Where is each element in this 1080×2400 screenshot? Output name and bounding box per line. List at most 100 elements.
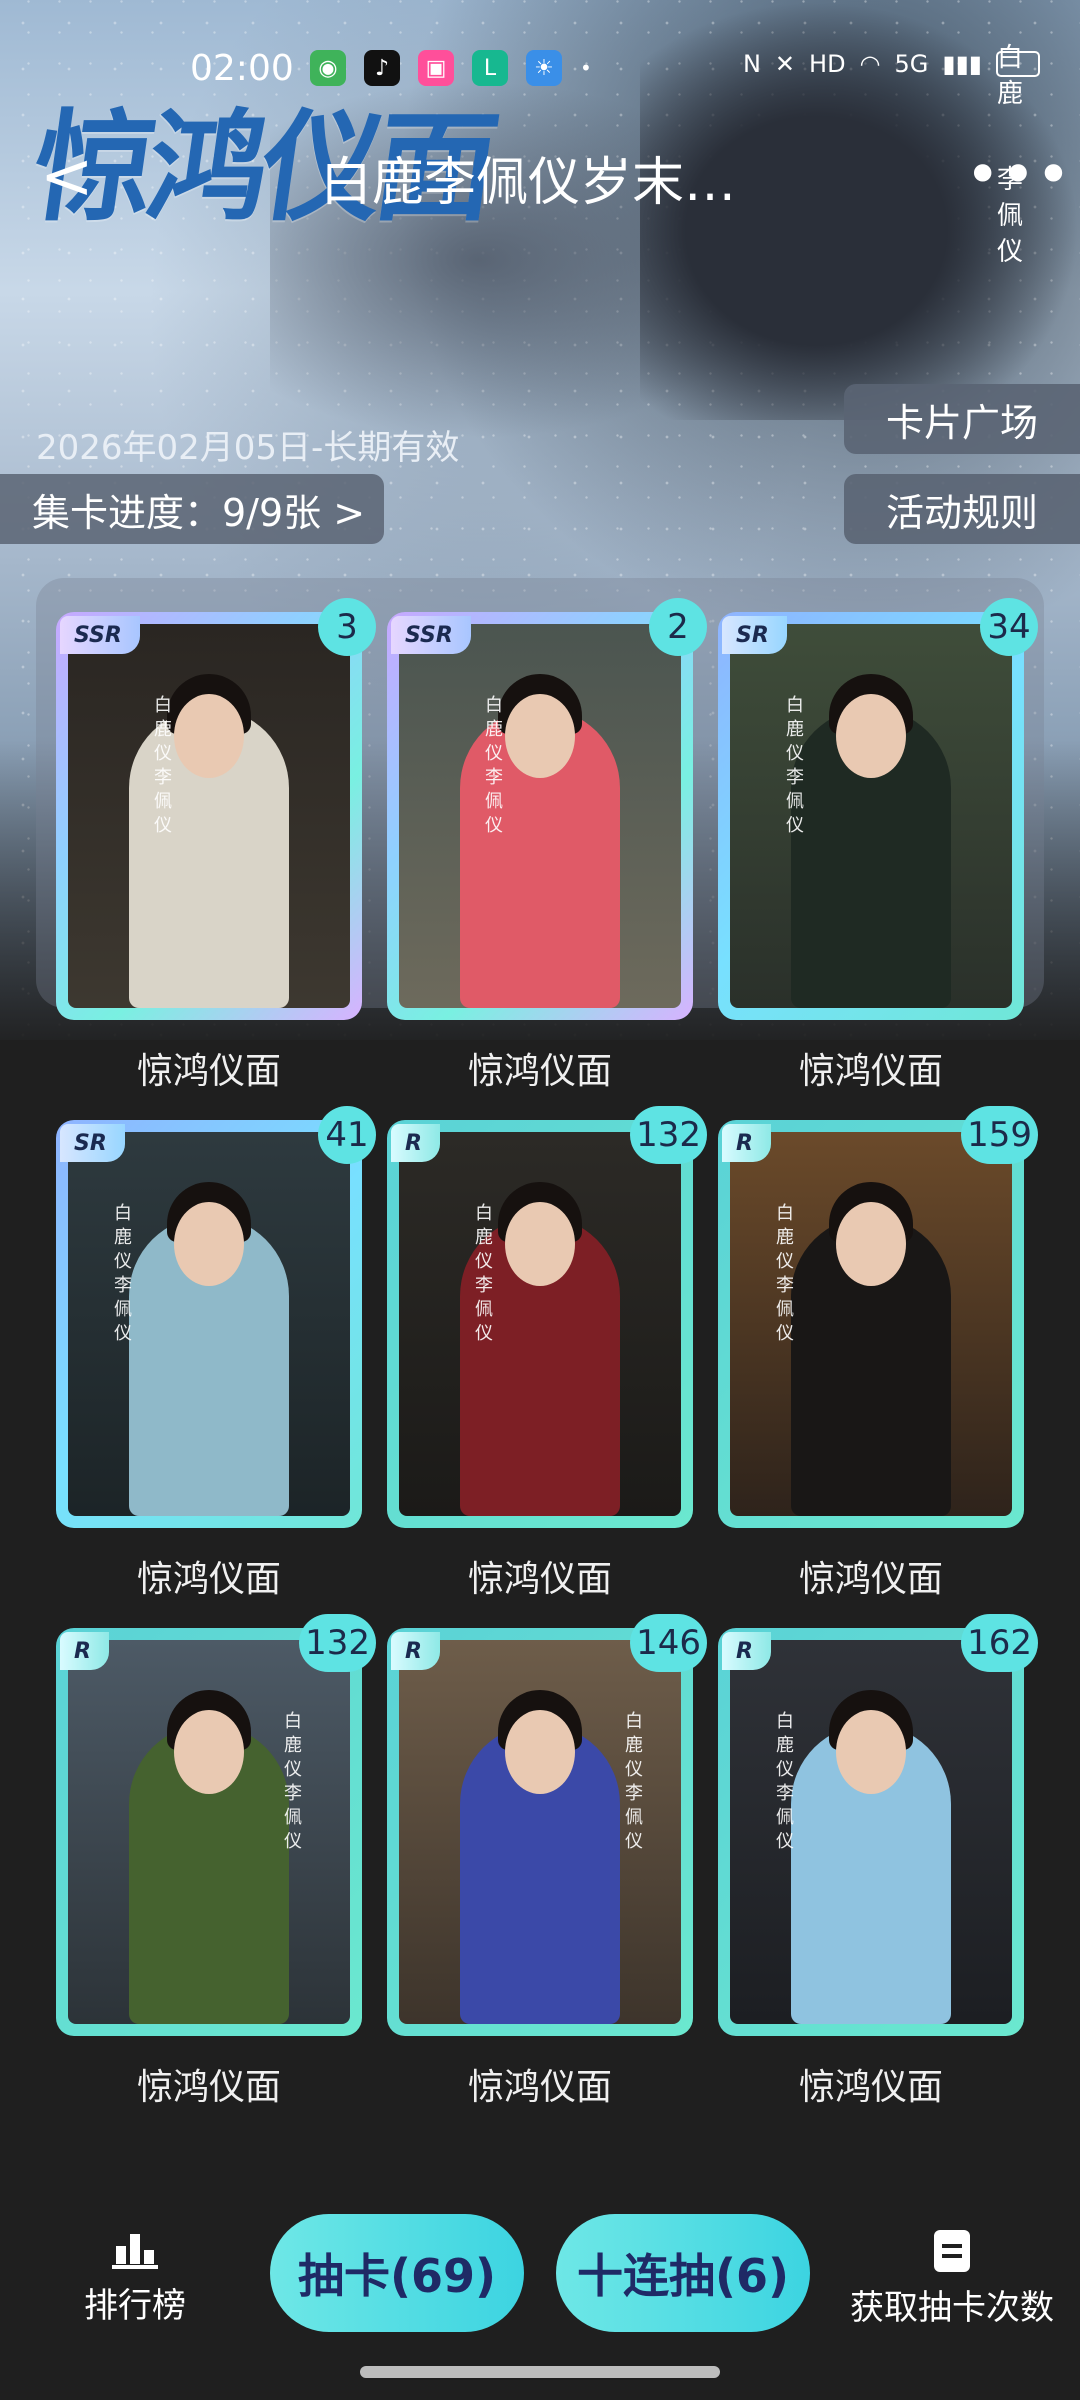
- rarity-badge: SSR: [391, 616, 471, 654]
- signal-icon: ▮▮▮: [942, 50, 982, 78]
- rarity-badge: R: [60, 1632, 109, 1670]
- rarity-badge: SSR: [60, 616, 140, 654]
- draw-card-button[interactable]: 抽卡(69): [270, 2214, 524, 2332]
- card-5[interactable]: 白鹿 仪 李佩仪 R 132: [387, 1106, 707, 1528]
- nfc-icon: N: [742, 50, 761, 78]
- rarity-badge: R: [391, 1632, 440, 1670]
- card-name: 惊鸿仪面: [467, 2067, 612, 2108]
- rarity-badge: R: [722, 1124, 771, 1162]
- card-name: 惊鸿仪面: [798, 1559, 943, 1600]
- card-1[interactable]: 白鹿 仪 李佩仪 SSR 3: [56, 598, 376, 1020]
- side-name-char: 李: [996, 165, 1023, 195]
- tiktok-icon: ♪: [364, 50, 400, 86]
- card-head: [836, 1202, 906, 1286]
- card-photo: 白鹿 仪 李佩仪: [399, 1640, 681, 2024]
- card-count-badge: 159: [961, 1106, 1038, 1164]
- card-signature: 白鹿 仪 李佩仪: [776, 1203, 794, 1344]
- rarity-badge: SR: [722, 616, 787, 654]
- side-names: 白 鹿 李 佩 仪: [995, 40, 1025, 270]
- card-photo: 白鹿 仪 李佩仪: [68, 1640, 350, 2024]
- network-label: 5G: [894, 50, 929, 78]
- card-2[interactable]: 白鹿 仪 李佩仪 SSR 2: [387, 598, 707, 1020]
- card-photo: 白鹿 仪 李佩仪: [730, 1640, 1012, 2024]
- card-head: [836, 1710, 906, 1794]
- rarity-badge: R: [722, 1632, 771, 1670]
- wifi-icon: ◠: [859, 50, 881, 78]
- leaderboard-button[interactable]: 排行榜: [60, 2230, 210, 2327]
- mute-icon: ✕: [774, 50, 796, 78]
- card-8[interactable]: 白鹿 仪 李佩仪 R 146: [387, 1614, 707, 2036]
- card-signature: 白鹿 仪 李佩仪: [485, 695, 503, 836]
- card-name: 惊鸿仪面: [467, 1559, 612, 1600]
- card-name: 惊鸿仪面: [467, 1051, 612, 1092]
- card-photo: 白鹿 仪 李佩仪: [68, 624, 350, 1008]
- card-photo: 白鹿 仪 李佩仪: [730, 1132, 1012, 1516]
- rarity-badge: R: [391, 1124, 440, 1162]
- bilibili-icon: ▣: [418, 50, 454, 86]
- get-draws-button[interactable]: 获取抽卡次数: [842, 2230, 1062, 2329]
- document-icon: [934, 2230, 970, 2272]
- card-photo: 白鹿 仪 李佩仪: [399, 624, 681, 1008]
- card-signature: 白鹿 仪 李佩仪: [776, 1711, 794, 1852]
- side-name-spacer: [995, 112, 1025, 162]
- card-signature: 白鹿 仪 李佩仪: [475, 1203, 493, 1344]
- card-head: [836, 694, 906, 778]
- collection-progress-button[interactable]: 集卡进度：9/9张 >: [0, 474, 384, 544]
- card-head: [174, 1710, 244, 1794]
- activity-rules-button[interactable]: 活动规则: [844, 474, 1080, 544]
- card-collection-page: 惊鸿仪面 02:00 ◉ ♪ ▣ L ☀ • N ✕ HD ◠ 5G ▮▮▮ <…: [0, 0, 1080, 2400]
- card-count-badge: 162: [961, 1614, 1038, 1672]
- side-name-char: 白: [996, 43, 1023, 73]
- notification-icons: ◉ ♪ ▣ L ☀ •: [310, 50, 592, 86]
- wechat-icon: ◉: [310, 50, 346, 86]
- card-head: [174, 1202, 244, 1286]
- card-9[interactable]: 白鹿 仪 李佩仪 R 162: [718, 1614, 1038, 2036]
- card-head: [505, 1202, 575, 1286]
- card-head: [505, 694, 575, 778]
- card-head: [505, 1710, 575, 1794]
- card-photo: 白鹿 仪 李佩仪: [730, 624, 1012, 1008]
- card-signature: 白鹿 仪 李佩仪: [625, 1711, 643, 1852]
- page-title: 白鹿李佩仪岁末典...: [320, 153, 780, 213]
- leaderboard-icon: [112, 2234, 158, 2269]
- side-name-char: 鹿: [996, 79, 1023, 109]
- card-name: 惊鸿仪面: [136, 1051, 281, 1092]
- card-count-badge: 132: [299, 1614, 376, 1672]
- card-count-badge: 146: [630, 1614, 707, 1672]
- card-signature: 白鹿 仪 李佩仪: [154, 695, 172, 836]
- side-name-char: 仪: [996, 237, 1023, 267]
- weather-icon: ☀: [526, 50, 562, 86]
- card-name: 惊鸿仪面: [798, 1051, 943, 1092]
- dot-icon: •: [580, 56, 592, 80]
- card-photo: 白鹿 仪 李佩仪: [68, 1132, 350, 1516]
- card-count-badge: 132: [630, 1106, 707, 1164]
- card-count-badge: 2: [649, 598, 707, 656]
- card-count-badge: 3: [318, 598, 376, 656]
- hd-icon: HD: [809, 50, 846, 78]
- ten-draw-button[interactable]: 十连抽(6): [556, 2214, 810, 2332]
- bottom-action-bar: 排行榜 抽卡(69) 十连抽(6) 获取抽卡次数: [0, 2190, 1080, 2350]
- card-3[interactable]: 白鹿 仪 李佩仪 SR 34: [718, 598, 1038, 1020]
- validity-text: 2026年02月05日-长期有效: [36, 428, 460, 468]
- status-time: 02:00: [190, 48, 294, 89]
- card-4[interactable]: 白鹿 仪 李佩仪 SR 41: [56, 1106, 376, 1528]
- card-head: [174, 694, 244, 778]
- card-name: 惊鸿仪面: [798, 2067, 943, 2108]
- rarity-badge: SR: [60, 1124, 125, 1162]
- leaderboard-label: 排行榜: [84, 2286, 186, 2326]
- back-button[interactable]: <: [40, 140, 94, 214]
- card-name: 惊鸿仪面: [136, 1559, 281, 1600]
- card-name: 惊鸿仪面: [136, 2067, 281, 2108]
- card-square-button[interactable]: 卡片广场: [844, 384, 1080, 454]
- card-7[interactable]: 白鹿 仪 李佩仪 R 132: [56, 1614, 376, 2036]
- card-signature: 白鹿 仪 李佩仪: [786, 695, 804, 836]
- card-photo: 白鹿 仪 李佩仪: [399, 1132, 681, 1516]
- get-draws-label: 获取抽卡次数: [850, 2288, 1054, 2328]
- card-6[interactable]: 白鹿 仪 李佩仪 R 159: [718, 1106, 1038, 1528]
- status-bar: 02:00 ◉ ♪ ▣ L ☀ • N ✕ HD ◠ 5G ▮▮▮: [0, 38, 1080, 98]
- home-indicator[interactable]: [360, 2366, 720, 2378]
- card-count-badge: 41: [318, 1106, 376, 1164]
- line-icon: L: [472, 50, 508, 86]
- side-name-char: 佩: [996, 201, 1023, 231]
- card-signature: 白鹿 仪 李佩仪: [284, 1711, 302, 1852]
